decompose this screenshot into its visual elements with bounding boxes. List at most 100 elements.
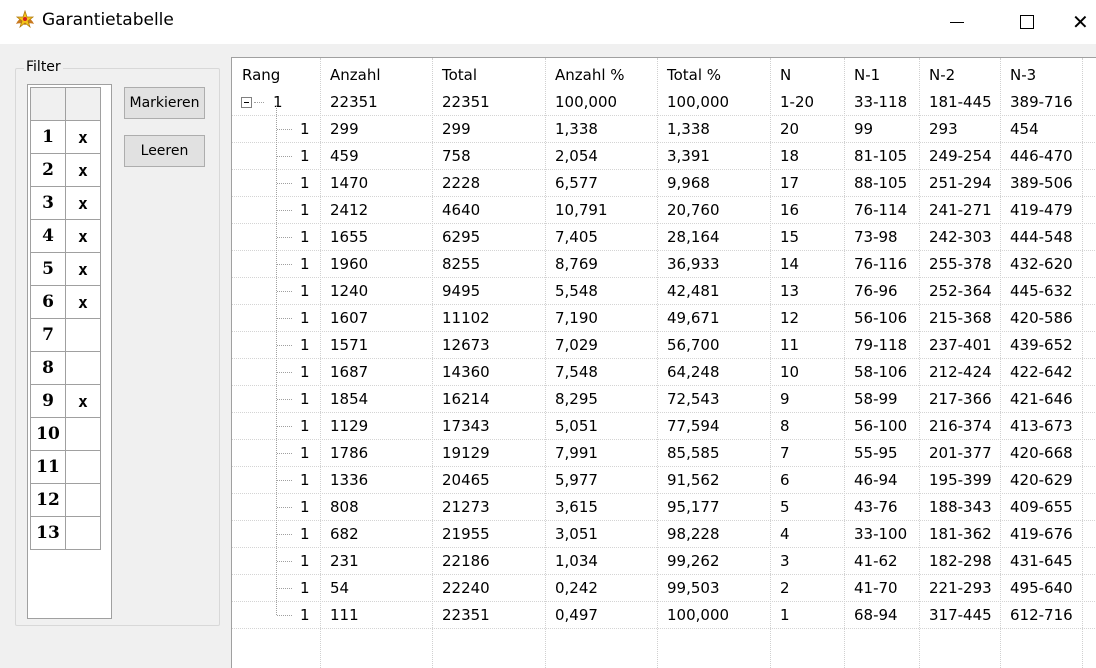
column-header[interactable]: Anzahl % — [555, 66, 625, 84]
tree-connector — [277, 426, 292, 427]
filter-row[interactable]: 9x — [30, 384, 101, 418]
table-row[interactable]: 1 1336 20465 5,977 91,562 6 46-94 195-399 420-62… — [232, 467, 1096, 494]
column-header[interactable]: Rang — [242, 66, 280, 84]
column-header[interactable]: Anzahl — [330, 66, 381, 84]
table-root-row[interactable]: 1 22351 22351 100,000 100,000 1-20 33-118 181-4… — [232, 89, 1096, 116]
filter-row[interactable]: 12 — [30, 483, 101, 517]
markieren-button[interactable]: Markieren — [124, 87, 205, 119]
table-row[interactable]: 1 459 758 2,054 3,391 18 81-105 249-254 446-470 — [232, 143, 1096, 170]
guarantee-table[interactable]: Rang Anzahl Total Anzahl % Total % N N-1 N-2 N-3… — [231, 57, 1096, 668]
filter-row[interactable]: 3x — [30, 186, 101, 220]
close-button[interactable]: ✕ — [1072, 0, 1096, 44]
table-cell: 1 — [780, 606, 790, 624]
table-cell: 1 — [300, 309, 310, 327]
table-row[interactable]: 1 1960 8255 8,769 36,933 14 76-116 255-378 432-6… — [232, 251, 1096, 278]
column-header[interactable]: N-1 — [854, 66, 880, 84]
filter-row[interactable]: 13 — [30, 516, 101, 550]
table-cell: 7 — [780, 444, 790, 462]
filter-mark-cell[interactable]: x — [65, 252, 101, 286]
table-cell: 1854 — [330, 390, 369, 408]
filter-row[interactable]: 5x — [30, 252, 101, 286]
filter-mark-cell[interactable]: x — [65, 153, 101, 187]
column-header[interactable]: N — [780, 66, 791, 84]
filter-table[interactable]: 1 x 2 x 3 x 4 x 5 x 6 x 7 8 9 x 10 11 12 13 — [30, 87, 101, 550]
table-cell: 7,190 — [555, 309, 598, 327]
filter-mark-cell[interactable]: x — [65, 120, 101, 154]
filter-mark-cell[interactable]: x — [65, 285, 101, 319]
table-cell: 1 — [300, 201, 310, 219]
table-cell: 1 — [300, 606, 310, 624]
filter-number: 5 — [30, 252, 66, 286]
filter-row[interactable]: 8 — [30, 351, 101, 385]
table-row[interactable]: 1 299 299 1,338 1,338 20 99 293 454 — [232, 116, 1096, 143]
table-cell: 3,615 — [555, 498, 598, 516]
table-row[interactable]: 1 682 21955 3,051 98,228 4 33-100 181-362 419-67… — [232, 521, 1096, 548]
minimize-button[interactable] — [927, 0, 987, 44]
column-header[interactable]: Total — [442, 66, 477, 84]
filter-mark-cell[interactable]: x — [65, 384, 101, 418]
table-cell: 7,548 — [555, 363, 598, 381]
table-cell: 1 — [300, 390, 310, 408]
table-row[interactable]: 1 1129 17343 5,051 77,594 8 56-100 216-374 413-6… — [232, 413, 1096, 440]
column-header[interactable]: N-3 — [1010, 66, 1036, 84]
table-row[interactable]: 1 808 21273 3,615 95,177 5 43-76 188-343 409-655 — [232, 494, 1096, 521]
table-cell: 100,000 — [555, 93, 618, 111]
filter-row[interactable]: 11 — [30, 450, 101, 484]
table-row[interactable]: 1 1607 11102 7,190 49,671 12 56-106 215-368 420-… — [232, 305, 1096, 332]
table-cell: 808 — [330, 498, 359, 516]
table-row[interactable]: 1 1687 14360 7,548 64,248 10 58-106 212-424 422-… — [232, 359, 1096, 386]
leeren-button[interactable]: Leeren — [124, 135, 205, 167]
filter-row[interactable]: 7 — [30, 318, 101, 352]
filter-mark-cell[interactable] — [65, 351, 101, 385]
table-cell: 88-105 — [854, 174, 908, 192]
table-cell: 1 — [300, 282, 310, 300]
table-row[interactable]: 1 1571 12673 7,029 56,700 11 79-118 237-401 439-… — [232, 332, 1096, 359]
filter-row[interactable]: 10 — [30, 417, 101, 451]
table-cell: 252-364 — [929, 282, 992, 300]
table-cell: 212-424 — [929, 363, 992, 381]
table-row[interactable]: 1 1470 2228 6,577 9,968 17 88-105 251-294 389-50… — [232, 170, 1096, 197]
table-cell: 1 — [300, 336, 310, 354]
filter-mark-cell[interactable] — [65, 318, 101, 352]
maximize-button[interactable] — [997, 0, 1057, 44]
filter-mark-cell[interactable]: x — [65, 219, 101, 253]
table-cell: 18 — [780, 147, 800, 165]
filter-row[interactable]: 6x — [30, 285, 101, 319]
table-cell: 217-366 — [929, 390, 992, 408]
star-award-icon — [14, 9, 36, 30]
table-cell: 1,034 — [555, 552, 598, 570]
table-cell: 1607 — [330, 309, 369, 327]
table-cell: 19129 — [442, 444, 490, 462]
filter-mark-cell[interactable] — [65, 483, 101, 517]
table-row[interactable]: 1 1854 16214 8,295 72,543 9 58-99 217-366 421-64… — [232, 386, 1096, 413]
table-cell: 16 — [780, 201, 800, 219]
filter-number: 4 — [30, 219, 66, 253]
table-cell: 20,760 — [667, 201, 720, 219]
filter-mark-cell[interactable] — [65, 516, 101, 550]
filter-grid[interactable]: 1 x 2 x 3 x 4 x 5 x 6 x 7 8 9 x 10 11 12 13 — [27, 84, 112, 619]
table-cell: 91,562 — [667, 471, 720, 489]
table-cell: 420-586 — [1010, 309, 1073, 327]
table-row[interactable]: 1 111 22351 0,497 100,000 1 68-94 317-445 612-71… — [232, 602, 1096, 629]
table-cell: 56-106 — [854, 309, 908, 327]
table-row[interactable]: 1 54 22240 0,242 99,503 2 41-70 221-293 495-640 — [232, 575, 1096, 602]
filter-mark-cell[interactable] — [65, 417, 101, 451]
column-header[interactable]: N-2 — [929, 66, 955, 84]
table-row[interactable]: 1 1655 6295 7,405 28,164 15 73-98 242-303 444-54… — [232, 224, 1096, 251]
table-row[interactable]: 1 2412 4640 10,791 20,760 16 76-114 241-271 419-… — [232, 197, 1096, 224]
column-header[interactable]: Total % — [667, 66, 721, 84]
filter-row[interactable]: 2x — [30, 153, 101, 187]
filter-mark-cell[interactable] — [65, 450, 101, 484]
table-cell: 1 — [300, 363, 310, 381]
collapse-minus-icon[interactable] — [241, 97, 252, 108]
filter-mark-cell[interactable]: x — [65, 186, 101, 220]
table-cell: 22351 — [442, 606, 490, 624]
table-cell: 2,054 — [555, 147, 598, 165]
table-row[interactable]: 1 231 22186 1,034 99,262 3 41-62 182-298 431-645 — [232, 548, 1096, 575]
table-cell: 201-377 — [929, 444, 992, 462]
filter-row[interactable]: 4x — [30, 219, 101, 253]
table-row[interactable]: 1 1786 19129 7,991 85,585 7 55-95 201-377 420-66… — [232, 440, 1096, 467]
filter-number: 10 — [30, 417, 66, 451]
table-row[interactable]: 1 1240 9495 5,548 42,481 13 76-96 252-364 445-63… — [232, 278, 1096, 305]
filter-row[interactable]: 1x — [30, 120, 101, 154]
